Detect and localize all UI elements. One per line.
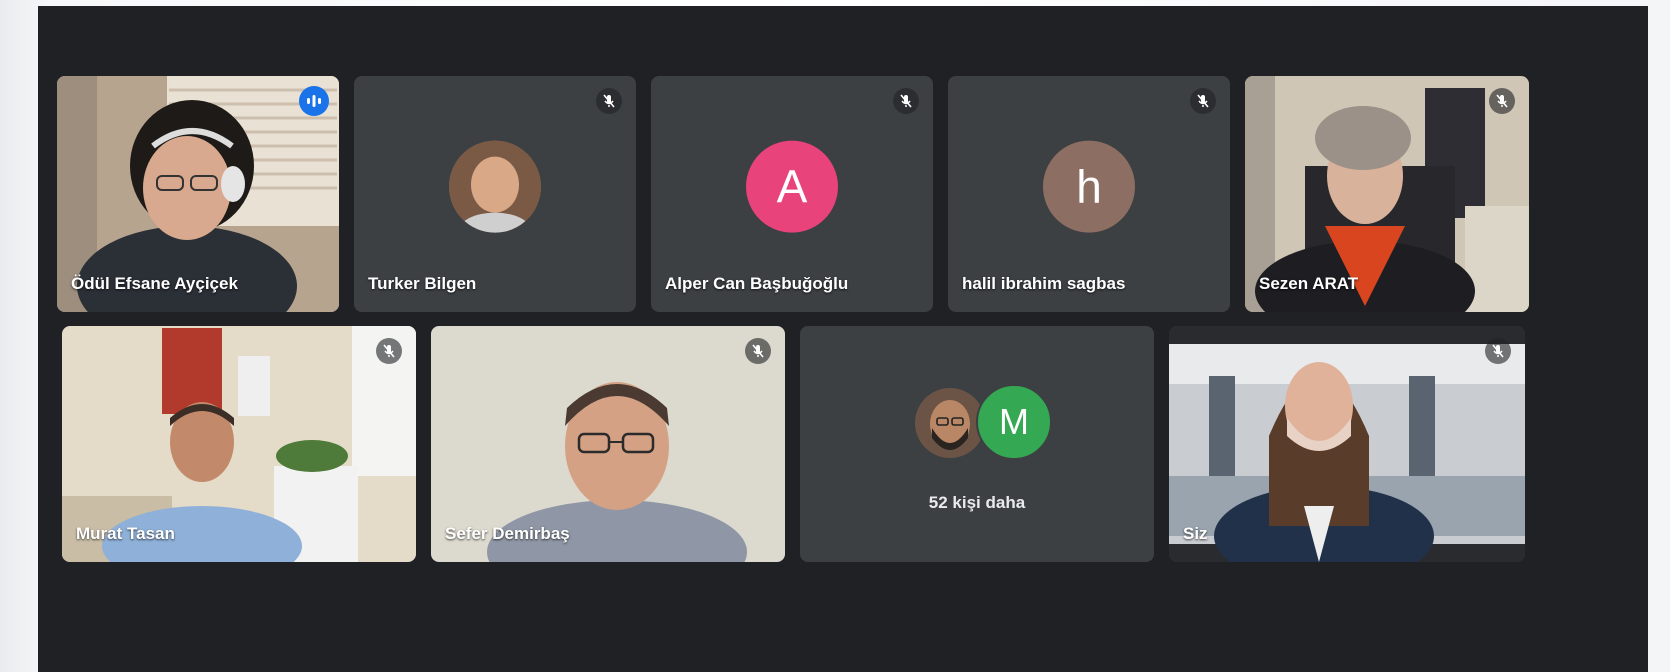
more-participants-label: 52 kişi daha [928,493,1026,512]
participant-tile-turker[interactable]: Turker Bilgen [354,76,636,312]
participant-tile-sefer[interactable]: Sefer Demirbaş [431,326,785,562]
more-participants-tile[interactable]: M 52 kişi daha [800,326,1154,562]
participant-tile-halil[interactable]: h halil ibrahim sagbas [948,76,1230,312]
participant-tile-self[interactable]: Siz [1169,326,1525,562]
participant-name: Ödül Efsane Ayçiçek [71,274,238,293]
participant-name: Turker Bilgen [368,274,477,293]
mic-muted-icon [376,338,402,364]
mic-muted-icon [596,88,622,114]
mic-muted-icon [745,338,771,364]
mic-muted-icon [1489,88,1515,114]
mic-muted-icon [893,88,919,114]
participant-video [1169,326,1525,562]
meeting-grid: Ödül Efsane Ayçiçek Turker Bilgen A Alpe… [38,6,1648,672]
participant-tile-sezen[interactable]: Sezen ARAT [1245,76,1529,312]
participant-tile-alper[interactable]: A Alper Can Başbuğoğlu [651,76,933,312]
participant-name: halil ibrahim sagbas [962,274,1126,293]
participant-name: Murat Tasan [76,524,175,543]
mic-muted-icon [1485,338,1511,364]
participant-name: Alper Can Başbuğoğlu [665,274,849,293]
avatar: A [746,140,838,233]
mic-muted-icon [1190,88,1216,114]
speaking-indicator-icon [299,86,329,116]
participant-name: Siz [1183,524,1208,543]
participant-tile-odul[interactable]: Ödül Efsane Ayçiçek [57,76,339,312]
participant-name: Sezen ARAT [1259,274,1359,293]
avatar: h [1043,140,1135,233]
participant-name: Sefer Demirbaş [445,524,570,543]
avatar: M [976,384,1052,460]
participant-tile-murat[interactable]: Murat Tasan [62,326,416,562]
avatar [449,140,541,233]
